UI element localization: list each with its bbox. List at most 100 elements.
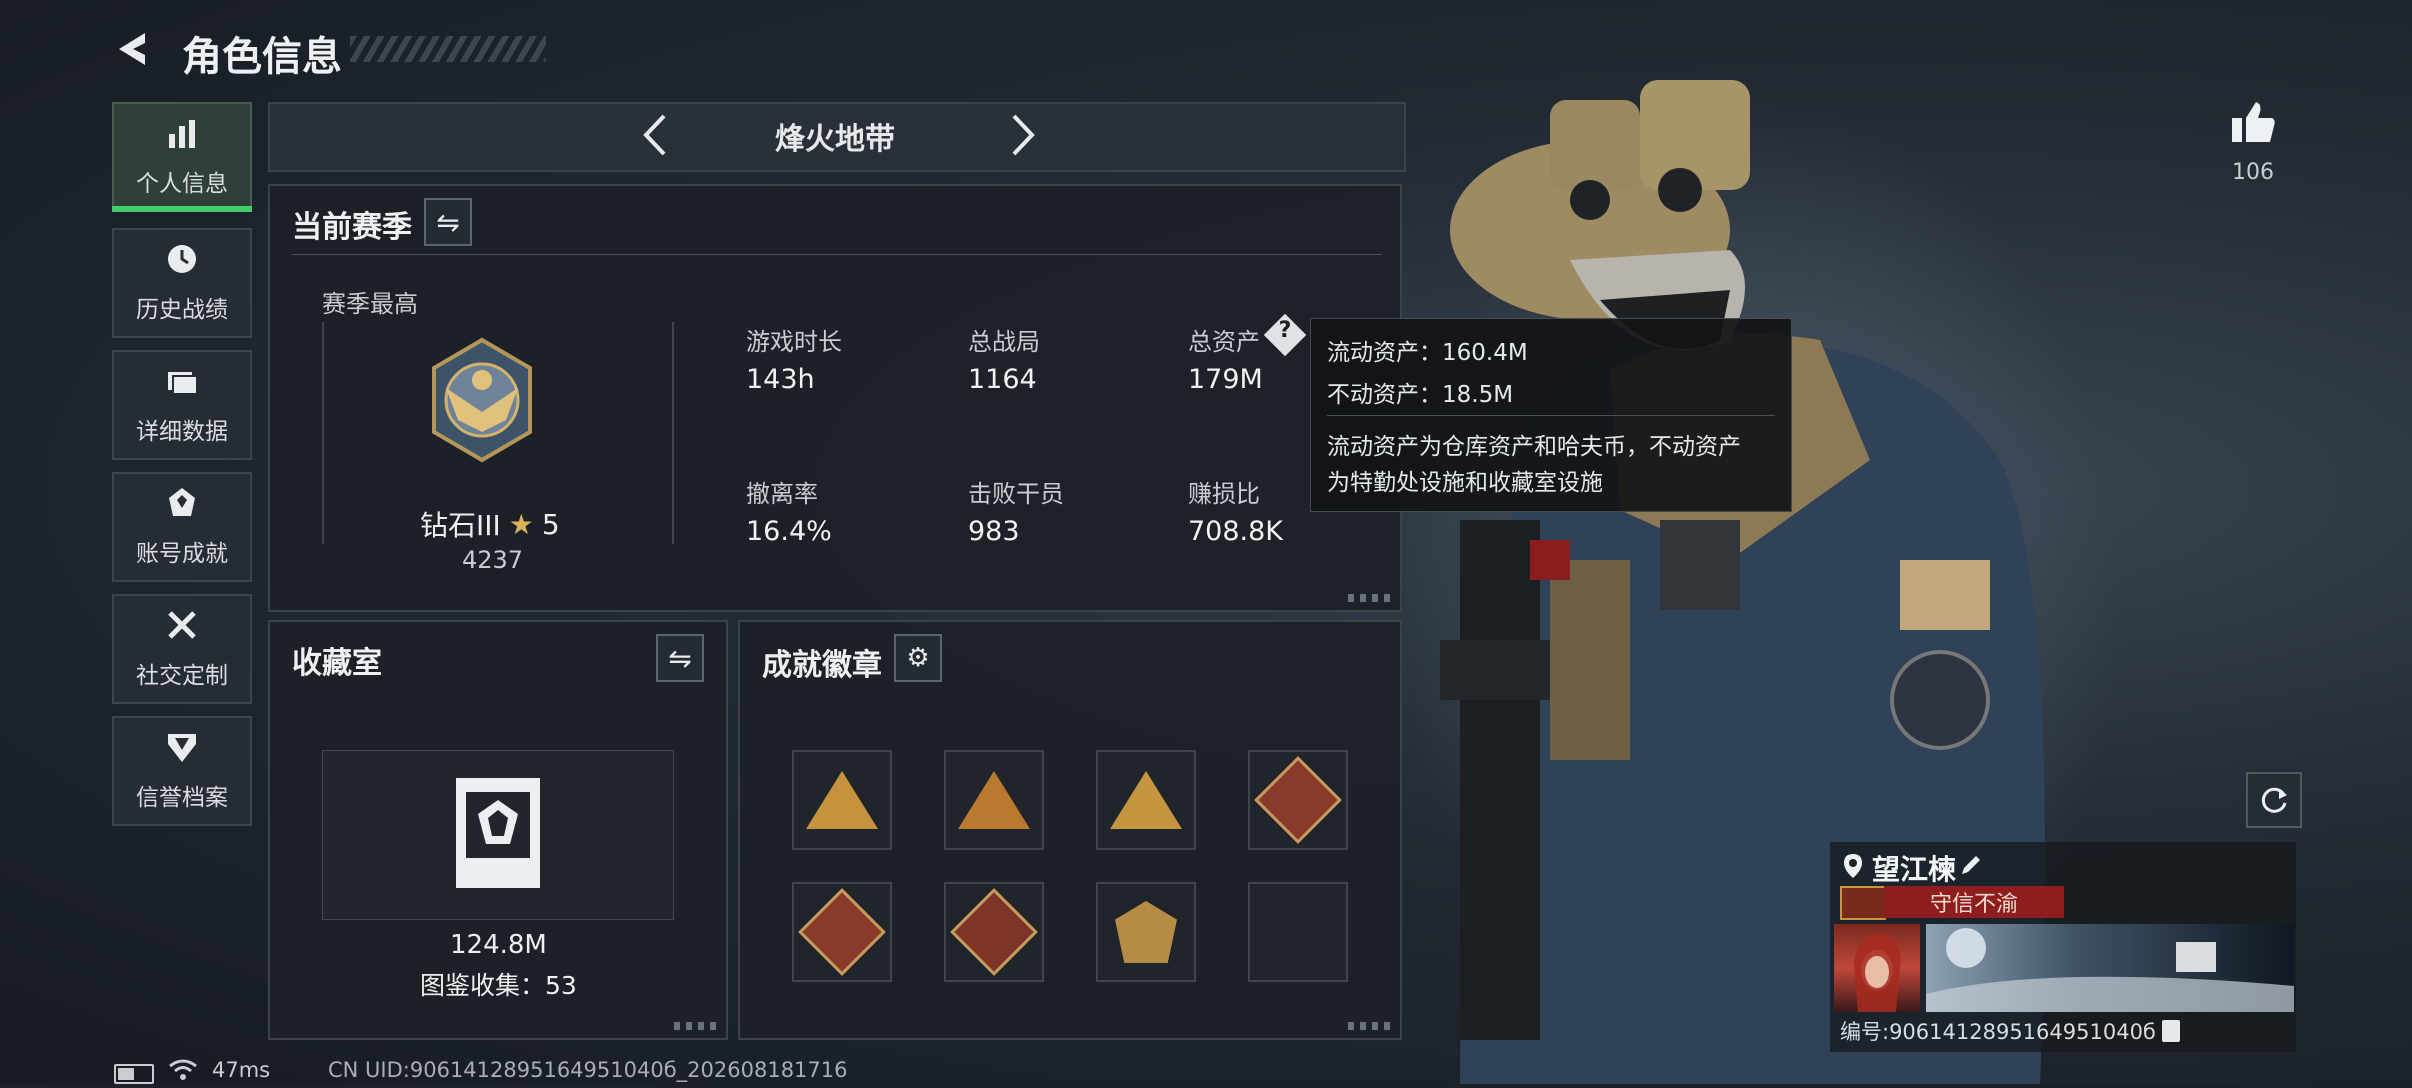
swap-arrows-icon: ⇋ [436, 205, 460, 239]
mode-prev-button[interactable] [630, 108, 680, 162]
soldier-badge-icon [1115, 901, 1177, 963]
chevron-left-icon [643, 114, 666, 156]
stat-playtime-value: 143h [746, 364, 815, 395]
tooltip-fixed: 不动资产：18.5M [1327, 382, 1514, 408]
badge-slot-6[interactable] [944, 882, 1044, 982]
stat-kills-label: 击败干员 [968, 480, 1064, 508]
sidebar-item-label: 社交定制 [136, 663, 228, 689]
tooltip-desc-2: 为特勤处设施和收藏室设施 [1327, 470, 1603, 496]
sidebar-item-achievements[interactable]: 账号成就 [112, 472, 252, 582]
ship-badge-icon [806, 771, 878, 829]
copy-icon[interactable] [2161, 1020, 2180, 1042]
achievement-icon [165, 486, 199, 526]
wifi-icon [168, 1058, 198, 1082]
sidebar-item-history[interactable]: 历史战绩 [112, 228, 252, 338]
badge-slot-5[interactable] [792, 882, 892, 982]
player-id: 编号:9061412895164951040б [1840, 1016, 2180, 1046]
sidebar-item-label: 信誉档案 [136, 785, 228, 811]
badge-slot-8-empty[interactable] [1248, 882, 1348, 982]
sidebar-item-personal-info[interactable]: 个人信息 [112, 102, 252, 212]
chevron-right-icon [1012, 114, 1035, 156]
mode-next-button[interactable] [998, 108, 1048, 162]
tooltip-divider [1327, 415, 1775, 416]
back-button[interactable] [112, 26, 158, 72]
like-count: 106 [2232, 160, 2274, 185]
sidebar-item-social[interactable]: 社交定制 [112, 594, 252, 704]
title-badge: 守信不渝 [1884, 886, 2064, 918]
runner-badge-icon [950, 888, 1038, 976]
space-banner-art [1926, 928, 2294, 1012]
stat-playtime-label: 游戏时长 [746, 328, 842, 356]
rank-text: 钻石III [420, 509, 501, 542]
reputation-icon [165, 730, 199, 770]
badge-slot-7[interactable] [1096, 882, 1196, 982]
bar-chart-icon [165, 116, 199, 156]
tooltip-desc-1: 流动资产为仓库资产和哈夫币，不动资产 [1327, 434, 1741, 460]
badge-slot-1[interactable] [792, 750, 892, 850]
stat-assets-value: 179M [1188, 364, 1263, 395]
sidebar-item-label: 详细数据 [136, 419, 228, 445]
stat-matches-label: 总战局 [968, 328, 1040, 356]
stat-assets-label: 总资产 [1188, 328, 1260, 356]
stat-extract-label: 撤离率 [746, 480, 818, 508]
badge-slot-3[interactable] [1096, 750, 1196, 850]
sidebar-item-reputation[interactable]: 信誉档案 [112, 716, 252, 826]
stat-ratio-label: 赚损比 [1188, 480, 1260, 508]
stat-ratio-value: 708.8K [1188, 516, 1284, 547]
collection-value: 124.8M [450, 930, 547, 960]
badge-slot-2[interactable] [944, 750, 1044, 850]
vault-icon [452, 770, 544, 894]
collection-title: 收藏室 [292, 646, 382, 681]
back-arrow-icon [119, 33, 145, 65]
player-id-text: 编号:9061412895164951040б [1840, 1020, 2156, 1044]
battery-icon [114, 1064, 154, 1084]
season-divider [292, 254, 1382, 255]
dragon-badge-icon [798, 888, 886, 976]
achievements-title: 成就徽章 [762, 648, 882, 683]
rank-stars: 5 [541, 507, 560, 541]
stat-extract-value: 16.4% [746, 516, 832, 547]
like-button[interactable] [2228, 98, 2278, 148]
page-title: 角色信息 [182, 34, 342, 80]
mode-label: 烽火地带 [775, 122, 895, 157]
avatar[interactable] [1834, 924, 1920, 1012]
vault-badge-icon [1110, 771, 1182, 829]
assets-tooltip: 流动资产：160.4M 不动资产：18.5M 流动资产为仓库资产和哈夫币，不动资… [1310, 318, 1792, 512]
title-badge-emblem [1840, 886, 1886, 920]
title-badge-text: 守信不渝 [1929, 892, 2018, 917]
folder-icon [165, 364, 199, 404]
title-stripes [350, 36, 546, 62]
rotate-button[interactable] [2246, 772, 2302, 828]
swap-arrows-icon: ⇋ [668, 641, 692, 675]
badge-slot-4[interactable] [1248, 750, 1348, 850]
season-swap-button[interactable]: ⇋ [424, 198, 472, 246]
star-icon: ★ [508, 507, 534, 541]
dragon-badge-icon [1254, 756, 1342, 844]
achievements-settings-button[interactable]: ⚙ [894, 634, 942, 682]
stat-kills-value: 983 [968, 516, 1020, 547]
sidebar-item-label: 个人信息 [136, 171, 228, 197]
tools-icon [165, 608, 199, 648]
season-best-label: 赛季最高 [322, 290, 418, 318]
player-name: 望江楝 [1872, 853, 1957, 886]
profile-banner[interactable] [1926, 924, 2294, 1012]
edit-name-button[interactable] [1956, 850, 1986, 880]
collection-swap-button[interactable]: ⇋ [656, 634, 704, 682]
sidebar-item-label: 账号成就 [136, 541, 228, 567]
help-question-glyph: ? [1278, 318, 1292, 343]
ping-value: 47ms [212, 1058, 271, 1082]
refresh-icon [2261, 787, 2287, 813]
tooltip-liquid: 流动资产：160.4M [1327, 340, 1528, 366]
rank-name: 钻石III ★ 5 [420, 504, 560, 544]
season-title: 当前赛季 [292, 210, 412, 245]
collection-count: 图鉴收集：53 [420, 971, 577, 1000]
location-pin-icon [1842, 852, 1864, 880]
rank-emblem [418, 336, 546, 464]
thumbs-up-icon [2232, 102, 2275, 142]
sidebar-item-detailed-data[interactable]: 详细数据 [112, 350, 252, 460]
history-clock-icon [165, 242, 199, 282]
avatar-portrait [1854, 933, 1901, 1012]
gear-icon: ⚙ [906, 643, 930, 673]
stat-matches-value: 1164 [968, 364, 1037, 395]
sidebar-item-label: 历史战绩 [136, 297, 228, 323]
